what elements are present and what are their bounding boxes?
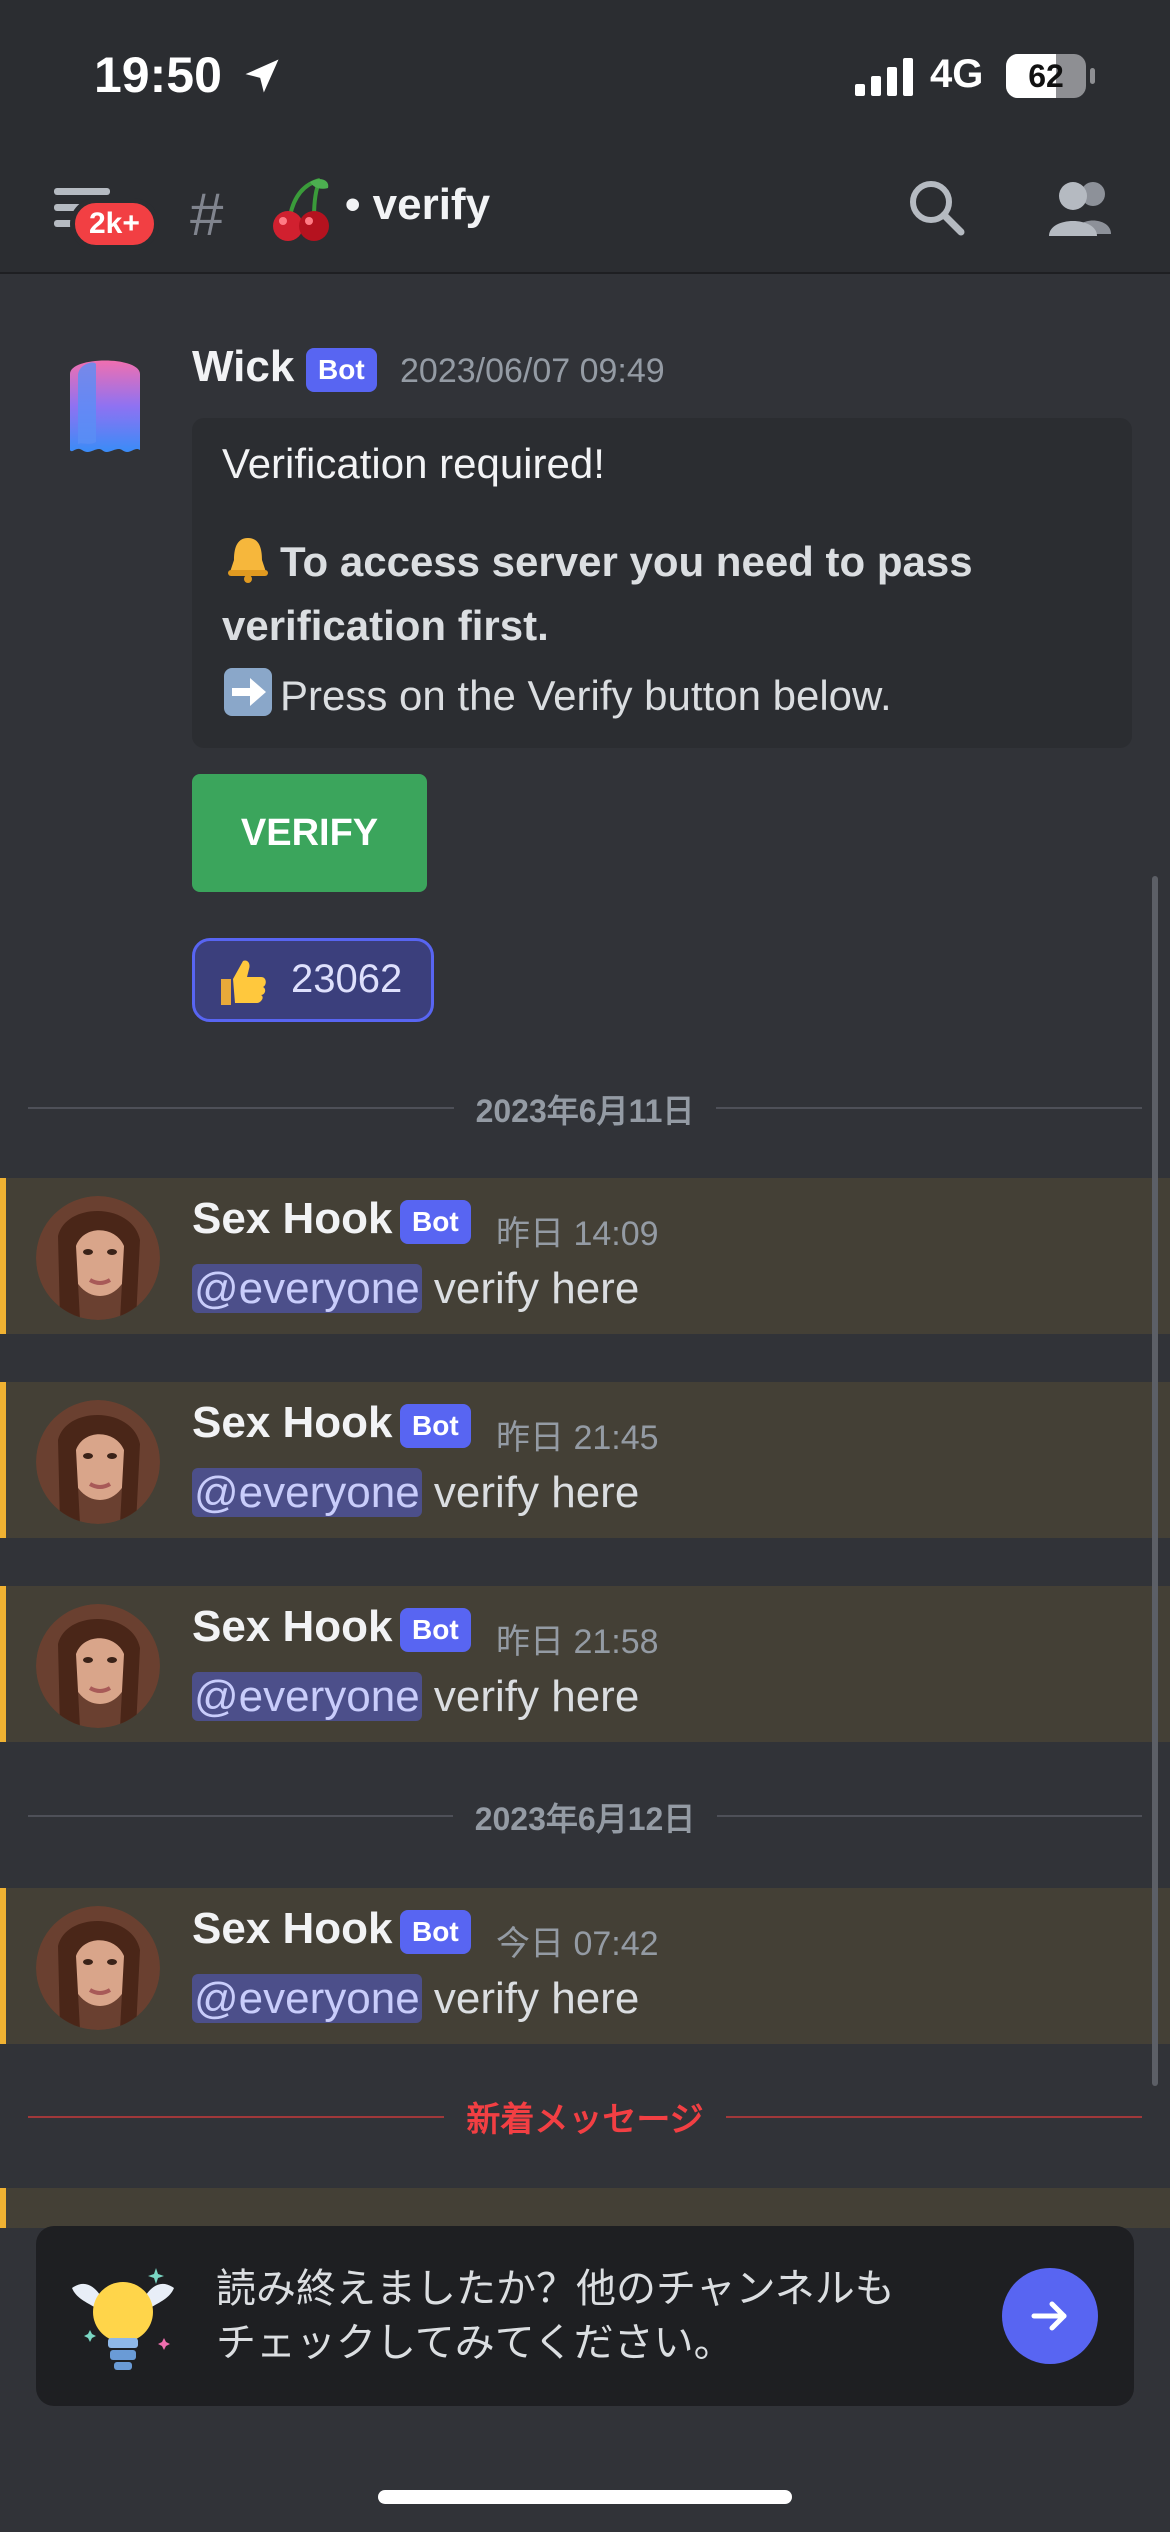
embed-hint-text: Press on the Verify button below. bbox=[280, 672, 892, 719]
status-time: 19:50 bbox=[94, 47, 222, 103]
notification-badge[interactable]: 2k+ bbox=[70, 198, 159, 250]
arrow-right-icon bbox=[1031, 2301, 1067, 2331]
embed-instruction-text: To access server you need to pass verifi… bbox=[222, 538, 973, 649]
author-name[interactable]: Sex Hook bbox=[192, 1602, 393, 1652]
hash-icon: # bbox=[190, 181, 224, 248]
date-label: 2023年6月12日 bbox=[452, 1801, 718, 1837]
everyone-mention[interactable]: @everyone bbox=[192, 1468, 422, 1517]
message-body: verify here bbox=[421, 1672, 640, 1721]
new-messages-label: 新着メッセージ bbox=[444, 2101, 726, 2139]
cherry-icon bbox=[273, 178, 329, 241]
author-name[interactable]: Sex Hook bbox=[192, 1904, 393, 1954]
bot-tag: Bot bbox=[400, 1608, 471, 1652]
message-body: verify here bbox=[421, 1468, 640, 1517]
date-divider: 2023年6月11日 bbox=[28, 1082, 1142, 1132]
mention-message[interactable]: Sex Hook Bot 今日 07:42 @everyone verify h… bbox=[0, 1888, 1170, 2044]
verify-button[interactable]: VERIFY bbox=[192, 774, 427, 892]
members-icon[interactable] bbox=[1045, 176, 1117, 240]
status-bar: 19:50 4G 62 bbox=[0, 0, 1170, 150]
channel-name: • verify bbox=[345, 180, 491, 229]
scrollbar[interactable] bbox=[1152, 876, 1158, 2086]
user-avatar[interactable] bbox=[36, 1906, 160, 2030]
message-text: @everyone verify here bbox=[192, 1974, 639, 2024]
message-timestamp: 昨日 21:45 bbox=[496, 1419, 659, 1457]
prompt-text: 読み終えましたか？他のチャンネルも チェックしてみてください。 bbox=[216, 2262, 976, 2370]
network-type: 4G bbox=[930, 52, 984, 96]
message-timestamp: 今日 07:42 bbox=[496, 1925, 659, 1963]
message-text: @everyone verify here bbox=[192, 1672, 639, 1722]
user-avatar[interactable] bbox=[36, 1196, 160, 1320]
message-text: @everyone verify here bbox=[192, 1468, 639, 1518]
date-label: 2023年6月11日 bbox=[453, 1093, 717, 1129]
lightbulb-icon bbox=[72, 2268, 174, 2370]
battery-nub bbox=[1090, 68, 1095, 84]
bot-tag: Bot bbox=[400, 1404, 471, 1448]
everyone-mention[interactable]: @everyone bbox=[192, 1672, 422, 1721]
author-name[interactable]: Wick bbox=[192, 342, 294, 392]
bot-tag: Bot bbox=[400, 1910, 471, 1954]
signal-icon bbox=[855, 58, 913, 96]
verification-embed: Verification required! To access server … bbox=[192, 418, 1132, 748]
home-indicator[interactable] bbox=[378, 2490, 792, 2504]
embed-instruction: To access server you need to pass verifi… bbox=[222, 530, 1102, 658]
date-divider: 2023年6月12日 bbox=[28, 1790, 1142, 1840]
next-channel-button[interactable] bbox=[1002, 2268, 1098, 2364]
next-channel-prompt[interactable]: 読み終えましたか？他のチャンネルも チェックしてみてください。 bbox=[36, 2226, 1134, 2406]
partial-message[interactable] bbox=[0, 2188, 1170, 2228]
new-messages-divider: 新着メッセージ bbox=[28, 2088, 1142, 2144]
author-name[interactable]: Sex Hook bbox=[192, 1194, 393, 1244]
message-text: @everyone verify here bbox=[192, 1264, 639, 1314]
location-arrow-icon bbox=[245, 59, 279, 93]
embed-hint: Press on the Verify button below. bbox=[222, 666, 892, 720]
user-avatar[interactable] bbox=[36, 1604, 160, 1728]
wick-avatar[interactable] bbox=[50, 350, 160, 470]
prompt-line-1: 読み終えましたか？他のチャンネルも bbox=[216, 2267, 895, 2311]
message-timestamp: 昨日 21:58 bbox=[496, 1623, 659, 1661]
everyone-mention[interactable]: @everyone bbox=[192, 1974, 422, 2023]
author-name[interactable]: Sex Hook bbox=[192, 1398, 393, 1448]
battery-level: 62 bbox=[1028, 58, 1064, 94]
mention-message[interactable]: Sex Hook Bot 昨日 21:58 @everyone verify h… bbox=[0, 1586, 1170, 1742]
bot-tag: Bot bbox=[306, 348, 377, 392]
arrow-right-emoji-icon bbox=[224, 668, 272, 716]
prompt-line-2: チェックしてみてください。 bbox=[216, 2321, 734, 2365]
embed-title: Verification required! bbox=[222, 440, 605, 487]
message-timestamp: 2023/06/07 09:49 bbox=[400, 352, 665, 390]
message-timestamp: 昨日 14:09 bbox=[496, 1215, 659, 1253]
everyone-mention[interactable]: @everyone bbox=[192, 1264, 422, 1313]
message-body: verify here bbox=[421, 1264, 640, 1313]
thumbs-up-icon bbox=[221, 960, 266, 1005]
bell-icon bbox=[228, 538, 268, 583]
thumbs-up-reaction[interactable]: 23062 bbox=[192, 938, 434, 1022]
message-body: verify here bbox=[421, 1974, 640, 2023]
channel-header: 2k+ # • verify bbox=[0, 150, 1170, 274]
mention-message[interactable]: Sex Hook Bot 昨日 14:09 @everyone verify h… bbox=[0, 1178, 1170, 1334]
reaction-count: 23062 bbox=[291, 957, 403, 1001]
search-icon[interactable] bbox=[905, 176, 969, 240]
battery-icon: 62 bbox=[1006, 54, 1086, 98]
mention-message[interactable]: Sex Hook Bot 昨日 21:45 @everyone verify h… bbox=[0, 1382, 1170, 1538]
bot-tag: Bot bbox=[400, 1200, 471, 1244]
user-avatar[interactable] bbox=[36, 1400, 160, 1524]
